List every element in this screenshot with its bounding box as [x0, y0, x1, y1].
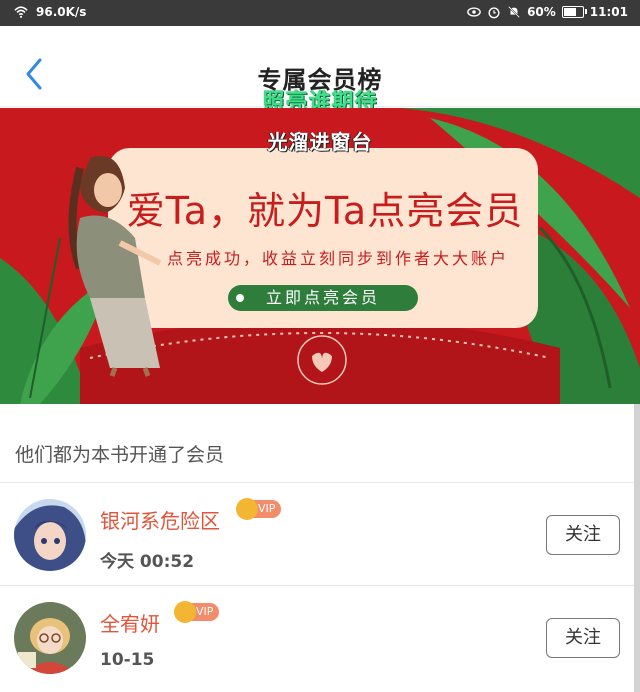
app-header: 专属会员榜 照亮谁期待 — [0, 26, 640, 115]
join-time: 10-15 — [100, 650, 155, 670]
banner-headline: 爱Ta，就为Ta点亮会员 — [126, 189, 524, 233]
eye-icon — [467, 7, 481, 17]
clock: 11:01 — [589, 5, 628, 19]
alarm-icon — [488, 7, 500, 19]
avatar[interactable] — [14, 602, 86, 674]
vip-badge: VIP — [236, 498, 282, 520]
light-up-button[interactable]: 立即点亮会员 — [228, 285, 418, 311]
member-name[interactable]: 银河系危险区 — [100, 505, 220, 534]
promo-banner[interactable]: 光溜进窗台 爱Ta，就为Ta点亮会员 点亮成功，收益立刻同步到作者大大账户 立即… — [0, 108, 640, 404]
section-title: 他们都为本书开通了会员 — [15, 444, 225, 466]
join-time: 今天 00:52 — [100, 552, 195, 572]
follow-button[interactable]: 关注 — [546, 515, 620, 555]
avatar[interactable] — [14, 499, 86, 571]
network-speed: 96.0K/s — [36, 5, 87, 19]
banner-subline: 点亮成功，收益立刻同步到作者大大账户 — [166, 249, 509, 268]
overlay-caption-2: 光溜进窗台 — [267, 130, 373, 154]
wifi-icon — [14, 6, 28, 18]
cta-dot-icon — [236, 294, 244, 302]
follow-button[interactable]: 关注 — [546, 618, 620, 658]
vip-badge: VIP — [174, 601, 220, 623]
status-bar: 96.0K/s 60% 11:01 — [0, 0, 640, 26]
member-row[interactable]: 银河系危险区 VIP 今天 00:52 关注 — [0, 483, 640, 585]
member-row[interactable]: 全宥妍 VIP 10-15 关注 — [0, 586, 640, 688]
scrollbar[interactable] — [634, 404, 640, 692]
member-name[interactable]: 全宥妍 — [100, 608, 160, 637]
battery-icon — [561, 6, 587, 18]
mute-icon — [508, 6, 520, 18]
crown-icon — [174, 601, 196, 623]
crown-icon — [236, 498, 258, 520]
battery-percent: 60% — [527, 5, 556, 19]
